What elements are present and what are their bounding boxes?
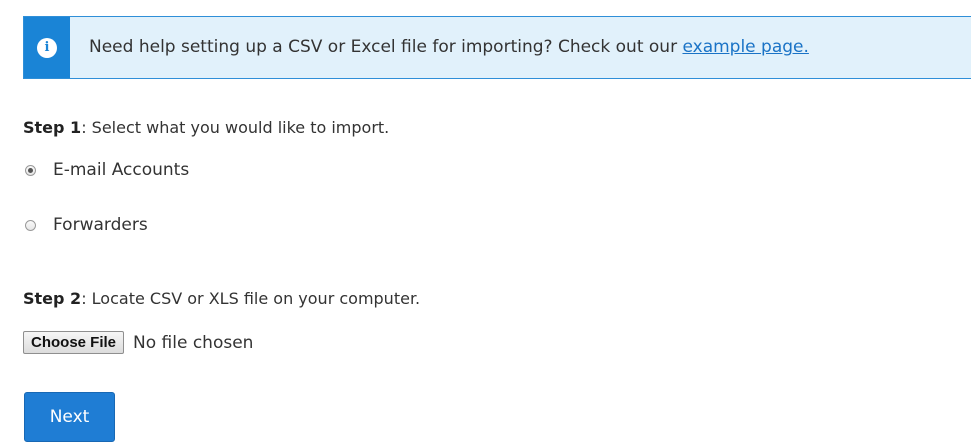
help-alert: i Need help setting up a CSV or Excel fi… xyxy=(23,16,971,79)
radio-label-forwarders: Forwarders xyxy=(53,215,148,235)
import-page: i Need help setting up a CSV or Excel fi… xyxy=(0,0,971,444)
step2-label: Step 2 xyxy=(23,289,82,308)
step2-text: : Locate CSV or XLS file on your compute… xyxy=(81,289,421,308)
radio-button-forwarders[interactable] xyxy=(25,219,36,231)
info-icon: i xyxy=(37,37,57,58)
file-input: Choose File No file chosen xyxy=(23,331,253,354)
radio-button-email-accounts[interactable] xyxy=(25,164,36,176)
next-button[interactable]: Next xyxy=(24,392,115,442)
step1-label: Step 1 xyxy=(23,118,82,137)
step1-text: : Select what you would like to import. xyxy=(81,118,390,137)
step2-heading: Step 2: Locate CSV or XLS file on your c… xyxy=(23,289,420,308)
alert-icon-box: i xyxy=(24,17,70,78)
radio-forwarders[interactable]: Forwarders xyxy=(25,215,148,235)
step1-heading: Step 1: Select what you would like to im… xyxy=(23,118,389,137)
alert-text: Need help setting up a CSV or Excel file… xyxy=(70,17,809,78)
alert-message: Need help setting up a CSV or Excel file… xyxy=(89,37,683,57)
radio-email-accounts[interactable]: E-mail Accounts xyxy=(25,160,189,180)
radio-label-email-accounts: E-mail Accounts xyxy=(53,160,190,180)
choose-file-button[interactable]: Choose File xyxy=(23,331,125,354)
example-page-link[interactable]: example page. xyxy=(682,37,808,57)
file-status: No file chosen xyxy=(133,332,254,353)
